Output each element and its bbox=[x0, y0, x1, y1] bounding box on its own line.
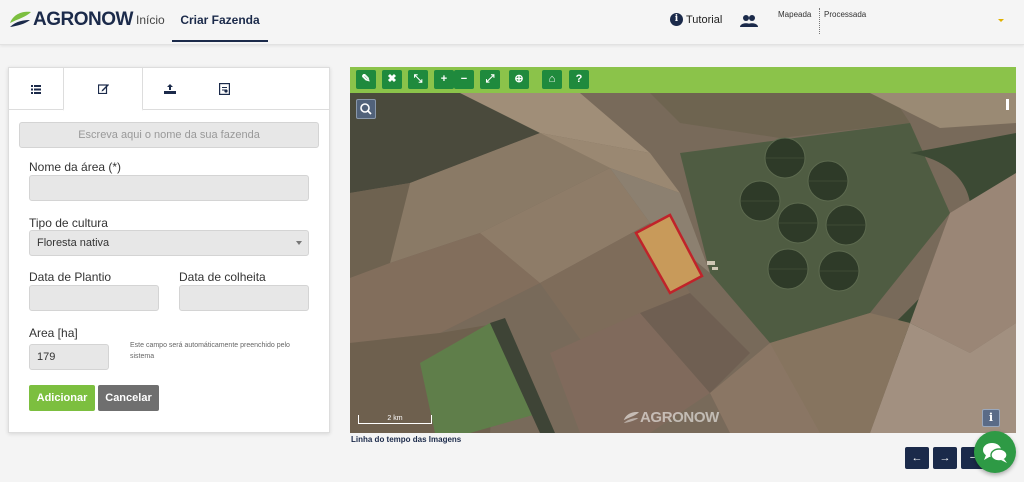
agronow-watermark: AGRO NOW bbox=[622, 409, 719, 426]
map-toolbar: ✎ ✖ ⤡ + − ⤢ ⊕ ⌂ ? bbox=[350, 67, 1016, 93]
top-navbar: AGRONOW Início Criar Fazenda i Tutorial … bbox=[0, 0, 1024, 45]
users-icon[interactable] bbox=[740, 14, 758, 28]
zoom-in-icon[interactable]: + bbox=[434, 70, 454, 89]
chevron-down-icon bbox=[296, 241, 302, 245]
harvest-date-input[interactable] bbox=[179, 285, 309, 311]
edit-icon bbox=[97, 84, 109, 94]
tab-document[interactable] bbox=[197, 68, 251, 110]
logo-wordmark: AGRONOW bbox=[33, 9, 133, 30]
watermark-text-b: NOW bbox=[683, 409, 719, 426]
document-icon bbox=[218, 83, 230, 95]
crop-type-label: Tipo de cultura bbox=[29, 216, 108, 230]
zoom-out-icon[interactable]: − bbox=[454, 70, 474, 89]
farm-name-input[interactable]: Escreva aqui o nome da sua fazenda bbox=[19, 122, 319, 148]
leaf-logo-icon bbox=[10, 11, 31, 27]
add-button[interactable]: Adicionar bbox=[29, 385, 95, 411]
area-name-input[interactable] bbox=[29, 175, 309, 201]
agronow-logo[interactable]: AGRONOW bbox=[8, 6, 133, 34]
map-scroll-indicator bbox=[1006, 99, 1009, 110]
map-scale-bar: 2 km bbox=[358, 415, 432, 424]
help-icon[interactable]: ? bbox=[569, 70, 589, 89]
upload-icon bbox=[164, 84, 176, 94]
nav-criar-fazenda[interactable]: Criar Fazenda bbox=[172, 0, 268, 42]
crop-type-value: Floresta nativa bbox=[37, 237, 110, 249]
list-icon bbox=[31, 84, 41, 94]
home-icon[interactable]: ⌂ bbox=[542, 70, 562, 89]
cancel-button[interactable]: Cancelar bbox=[98, 385, 159, 411]
chat-button[interactable] bbox=[974, 431, 1016, 473]
tutorial-link[interactable]: i Tutorial bbox=[670, 13, 722, 26]
plant-date-label: Data de Plantio bbox=[29, 270, 112, 284]
satellite-map[interactable]: 2 km AGRO NOW i bbox=[350, 93, 1016, 433]
next-image-button[interactable]: → bbox=[933, 447, 957, 469]
area-hint-text: Este campo será automáticamente preenchi… bbox=[130, 342, 290, 360]
close-icon[interactable]: ✖ bbox=[382, 70, 402, 89]
tutorial-label: Tutorial bbox=[686, 13, 723, 26]
area-ha-label: Area [ha] bbox=[29, 326, 78, 340]
satellite-imagery bbox=[350, 93, 1016, 433]
area-name-label: Nome da área (*) bbox=[29, 160, 122, 174]
panel-tabs bbox=[9, 68, 329, 111]
shrink-icon[interactable]: ⤡ bbox=[408, 70, 428, 89]
watermark-text-a: AGRO bbox=[640, 409, 684, 426]
tab-upload[interactable] bbox=[143, 68, 197, 110]
crop-type-select[interactable]: Floresta nativa bbox=[29, 230, 309, 256]
info-icon: i bbox=[670, 13, 683, 26]
map-search-button[interactable] bbox=[356, 99, 376, 119]
tab-list[interactable] bbox=[9, 68, 63, 110]
expand-icon[interactable]: ⤢ bbox=[480, 70, 500, 89]
status-mapeada: Mapeada bbox=[778, 10, 812, 19]
info-icon[interactable]: i bbox=[982, 409, 1000, 427]
status-processada: Processada bbox=[824, 10, 867, 19]
status-divider bbox=[819, 8, 820, 34]
harvest-date-label: Data de colheita bbox=[179, 270, 266, 284]
locate-icon[interactable]: ⊕ bbox=[509, 70, 529, 89]
leaf-logo-icon bbox=[623, 411, 639, 423]
area-form-panel: Escreva aqui o nome da sua fazenda Nome … bbox=[8, 67, 330, 433]
tab-edit[interactable] bbox=[63, 68, 143, 111]
area-ha-input[interactable]: 179 bbox=[29, 344, 109, 370]
timeline-label: Linha do tempo das Imagens bbox=[351, 435, 462, 444]
plant-date-input[interactable] bbox=[29, 285, 159, 311]
chat-icon bbox=[983, 443, 1008, 463]
chevron-down-icon[interactable] bbox=[998, 19, 1004, 22]
nav-inicio[interactable]: Início bbox=[136, 0, 165, 42]
pencil-icon[interactable]: ✎ bbox=[356, 70, 376, 89]
prev-image-button[interactable]: ← bbox=[905, 447, 929, 469]
search-icon bbox=[360, 103, 372, 115]
